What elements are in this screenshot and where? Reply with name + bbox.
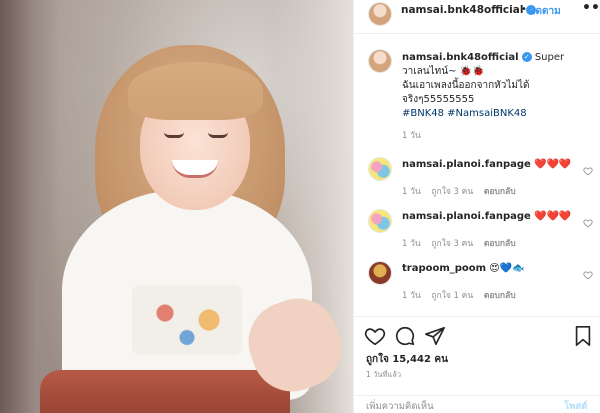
small-heart-icon[interactable] xyxy=(583,218,593,228)
comment-meta: 1 วัน ถูกใจ 3 คน ตอบกลับ xyxy=(402,236,524,250)
separator-dot: • xyxy=(521,4,527,15)
caption-hashtags[interactable]: #BNK48 #NamsaiBNK48 xyxy=(402,107,592,121)
reply-button[interactable]: ตอบกลับ xyxy=(484,239,516,249)
caption-line-2: วาเลนไทน์~ 🐞🐞 xyxy=(402,66,485,77)
caption-line-3: ฉันเอาเพลงนี้ออกจากหัวไม่ได้ xyxy=(402,80,530,91)
comment-meta: 1 วัน ถูกใจ 3 คน ตอบกลับ xyxy=(402,184,524,198)
post-side-panel: namsai.bnk48official✓ • ติดตาม ••• namsa… xyxy=(353,0,600,413)
author-name-row: namsai.bnk48official ✓ xyxy=(401,4,537,16)
comment-text: ❤️❤️❤️ xyxy=(534,159,572,170)
commenter-avatar[interactable] xyxy=(368,209,392,233)
caption-time[interactable]: 1 วัน xyxy=(402,128,421,142)
comment-line: namsai.planoi.fanpage ❤️❤️❤️ xyxy=(402,211,571,222)
author-username[interactable]: namsai.bnk48official xyxy=(401,4,523,16)
caption-line-1: Super xyxy=(534,52,565,63)
commenter-avatar[interactable] xyxy=(368,157,392,181)
comment-time[interactable]: 1 วัน xyxy=(402,291,421,301)
comment-text: ❤️❤️❤️ xyxy=(534,211,572,222)
comment-meta: 1 วัน ถูกใจ 1 คน ตอบกลับ xyxy=(402,288,524,302)
likes-count[interactable]: ถูกใจ 15,442 คน xyxy=(366,352,448,367)
small-heart-icon[interactable] xyxy=(583,166,593,176)
comment-line: namsai.planoi.fanpage ❤️❤️❤️ xyxy=(402,159,571,170)
comment-composer: โพสต์ xyxy=(354,395,600,413)
caption-line-4: จริงๆ55555555 xyxy=(402,94,475,105)
post-caption: namsai.bnk48official ✓ Super วาเลนไทน์~ 🐞… xyxy=(402,51,592,121)
comment-input[interactable] xyxy=(366,399,546,413)
heart-icon[interactable] xyxy=(364,325,386,347)
commenter-username[interactable]: namsai.planoi.fanpage xyxy=(402,211,531,222)
comment-bubble-icon[interactable] xyxy=(394,325,416,347)
post-comment-button[interactable]: โพสต์ xyxy=(564,399,587,413)
bookmark-icon[interactable] xyxy=(572,325,594,347)
photo-bangs xyxy=(128,62,263,120)
photo-background-left xyxy=(0,0,60,413)
commenter-username[interactable]: namsai.planoi.fanpage xyxy=(402,159,531,170)
comment-time[interactable]: 1 วัน xyxy=(402,239,421,249)
verified-badge-icon: ✓ xyxy=(521,52,532,62)
comment-item: namsai.planoi.fanpage ❤️❤️❤️ 1 วัน ถูกใจ… xyxy=(354,157,600,211)
photo-eye-left xyxy=(164,132,184,138)
comment-item: trapoom_poom 😍💙🐟 1 วัน ถูกใจ 1 คน ตอบกลั… xyxy=(354,261,600,315)
post-time[interactable]: 1 วันที่แล้ว xyxy=(366,369,401,381)
reply-button[interactable]: ตอบกลับ xyxy=(484,187,516,197)
small-heart-icon[interactable] xyxy=(583,270,593,280)
caption-username[interactable]: namsai.bnk48official xyxy=(402,52,519,63)
comment-item: namsai.planoi.fanpage ❤️❤️❤️ 1 วัน ถูกใจ… xyxy=(354,209,600,263)
post-actions: ถูกใจ 15,442 คน 1 วันที่แล้ว โพสต์ xyxy=(354,316,600,413)
follow-button[interactable]: ติดตาม xyxy=(529,4,561,19)
post-header: namsai.bnk48official✓ • ติดตาม ••• xyxy=(354,0,600,34)
caption-avatar[interactable] xyxy=(368,49,392,73)
comments-section[interactable]: namsai.bnk48official ✓ Super วาเลนไทน์~ 🐞… xyxy=(354,34,600,316)
comment-likes[interactable]: ถูกใจ 3 คน xyxy=(431,187,473,197)
commenter-username[interactable]: trapoom_poom xyxy=(402,263,486,274)
photo-skirt xyxy=(40,370,290,413)
more-options-icon[interactable]: ••• xyxy=(582,0,600,16)
author-avatar[interactable] xyxy=(368,2,392,26)
comment-time[interactable]: 1 วัน xyxy=(402,187,421,197)
photo-shirt-print xyxy=(132,285,242,355)
comment-likes[interactable]: ถูกใจ 1 คน xyxy=(431,291,473,301)
photo-eye-right xyxy=(208,132,228,138)
commenter-avatar[interactable] xyxy=(368,261,392,285)
paper-plane-icon[interactable] xyxy=(424,325,446,347)
post-photo[interactable] xyxy=(0,0,353,413)
comment-line: trapoom_poom 😍💙🐟 xyxy=(402,263,525,274)
reply-button[interactable]: ตอบกลับ xyxy=(484,291,516,301)
comment-likes[interactable]: ถูกใจ 3 คน xyxy=(431,239,473,249)
comment-text: 😍💙🐟 xyxy=(489,263,525,274)
